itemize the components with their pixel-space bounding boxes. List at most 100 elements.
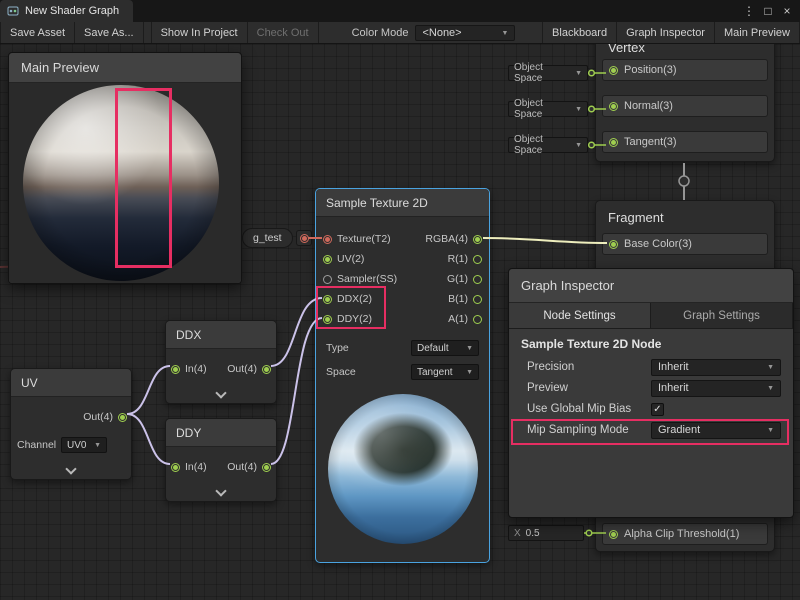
collapse-chevron-icon xyxy=(65,463,76,474)
vertex-port-normal[interactable]: Normal(3) xyxy=(602,95,768,117)
main-preview-title: Main Preview xyxy=(21,60,99,75)
ddy-in-port[interactable]: In(4) xyxy=(171,461,207,473)
type-dropdown[interactable]: Default ▼ xyxy=(411,340,479,356)
sample-node-title: Sample Texture 2D xyxy=(316,189,489,217)
alpha-value[interactable]: 0.5 xyxy=(526,528,540,539)
rgba-port[interactable]: RGBA(4) xyxy=(425,229,482,249)
normal-port-icon[interactable] xyxy=(609,102,618,111)
sample-output-ports: RGBA(4) R(1) G(1) B(1) A(1) xyxy=(425,229,482,329)
property-output-port-box[interactable] xyxy=(296,230,312,246)
basecolor-port-icon[interactable] xyxy=(609,240,618,249)
ddy-out-port-icon[interactable] xyxy=(262,463,271,472)
position-space-value: Object Space xyxy=(514,62,571,84)
ddx-node[interactable]: DDX In(4) Out(4) xyxy=(165,320,277,404)
main-preview-panel: Main Preview xyxy=(8,52,242,284)
uv-channel-dropdown[interactable]: UV0 ▼ xyxy=(61,437,107,453)
main-preview-sphere[interactable] xyxy=(23,85,219,281)
mip-mode-dropdown[interactable]: Gradient ▼ xyxy=(651,422,781,439)
basecolor-port-label: Base Color(3) xyxy=(624,238,692,250)
property-node-g-test[interactable]: g_test xyxy=(242,228,293,248)
graph-inspector-header[interactable]: Graph Inspector xyxy=(509,269,793,303)
menu-icon[interactable]: ⋮ xyxy=(741,0,757,22)
precision-dropdown[interactable]: Inherit ▼ xyxy=(651,359,781,376)
a-port-icon[interactable] xyxy=(473,315,482,324)
vertex-port-position[interactable]: Position(3) xyxy=(602,59,768,81)
sample-texture-2d-node[interactable]: Sample Texture 2D Texture(T2) UV(2) Samp… xyxy=(315,188,490,563)
graph-inspector-toggle-button[interactable]: Graph Inspector xyxy=(617,22,715,43)
tangent-space-dropdown[interactable]: Object Space ▼ xyxy=(508,137,588,153)
b-port[interactable]: B(1) xyxy=(425,289,482,309)
space-dropdown[interactable]: Tangent ▼ xyxy=(411,364,479,380)
close-icon[interactable]: × xyxy=(779,0,795,22)
property-output-port-icon[interactable] xyxy=(300,234,309,243)
ddx-out-label: Out(4) xyxy=(227,363,257,375)
uv-collapse-button[interactable] xyxy=(11,465,131,473)
alphaclip-port-icon[interactable] xyxy=(609,530,618,539)
uv-input-port[interactable]: UV(2) xyxy=(323,249,397,269)
save-asset-button[interactable]: Save Asset xyxy=(0,22,75,43)
show-in-project-button[interactable]: Show In Project xyxy=(151,22,248,43)
preview-dropdown[interactable]: Inherit ▼ xyxy=(651,380,781,397)
r-port-label: R(1) xyxy=(448,253,468,265)
fragment-port-basecolor[interactable]: Base Color(3) xyxy=(602,233,768,255)
texture-port[interactable]: Texture(T2) xyxy=(323,229,397,249)
ddy-collapse-button[interactable] xyxy=(166,487,276,495)
a-port[interactable]: A(1) xyxy=(425,309,482,329)
uv-out-port-icon[interactable] xyxy=(118,413,127,422)
r-port[interactable]: R(1) xyxy=(425,249,482,269)
ddx-collapse-button[interactable] xyxy=(166,389,276,397)
ddy-input-port[interactable]: DDY(2) xyxy=(323,309,397,329)
normal-space-dropdown[interactable]: Object Space ▼ xyxy=(508,101,588,117)
color-mode-dropdown[interactable]: <None> ▼ xyxy=(415,25,515,41)
type-label: Type xyxy=(326,342,349,354)
ddx-input-port-icon[interactable] xyxy=(323,295,332,304)
texture-port-icon[interactable] xyxy=(323,235,332,244)
sample-input-ports: Texture(T2) UV(2) Sampler(SS) DDX(2) DDY… xyxy=(323,229,397,329)
tangent-space-value: Object Space xyxy=(514,134,571,156)
main-preview-header[interactable]: Main Preview xyxy=(9,53,241,83)
mip-bias-label: Use Global Mip Bias xyxy=(527,403,651,415)
g-port-icon[interactable] xyxy=(473,275,482,284)
rgba-port-icon[interactable] xyxy=(473,235,482,244)
ddy-in-port-icon[interactable] xyxy=(171,463,180,472)
sampler-port[interactable]: Sampler(SS) xyxy=(323,269,397,289)
preview-value: Inherit xyxy=(658,382,689,394)
vertex-port-tangent[interactable]: Tangent(3) xyxy=(602,131,768,153)
ddy-out-port[interactable]: Out(4) xyxy=(227,461,271,473)
ddx-out-port[interactable]: Out(4) xyxy=(227,363,271,375)
ddx-input-port[interactable]: DDX(2) xyxy=(323,289,397,309)
tab-graph-settings[interactable]: Graph Settings xyxy=(651,303,793,328)
ddx-out-port-icon[interactable] xyxy=(262,365,271,374)
b-port-icon[interactable] xyxy=(473,295,482,304)
tangent-port-label: Tangent(3) xyxy=(624,136,677,148)
shader-graph-window: { "titlebar": { "tab": "New Shader Graph… xyxy=(0,0,800,600)
ddx-in-label: In(4) xyxy=(185,363,207,375)
ddy-node[interactable]: DDY In(4) Out(4) xyxy=(165,418,277,502)
g-port[interactable]: G(1) xyxy=(425,269,482,289)
main-preview-toggle-button[interactable]: Main Preview xyxy=(715,22,800,43)
tab-node-settings[interactable]: Node Settings xyxy=(509,303,651,328)
position-space-dropdown[interactable]: Object Space ▼ xyxy=(508,65,588,81)
uv-input-port-icon[interactable] xyxy=(323,255,332,264)
r-port-icon[interactable] xyxy=(473,255,482,264)
uv-channel-row: Channel UV0 ▼ xyxy=(11,435,131,455)
sampler-port-icon[interactable] xyxy=(323,275,332,284)
tangent-port-icon[interactable] xyxy=(609,138,618,147)
mip-bias-checkbox[interactable]: ✓ xyxy=(651,403,664,416)
maximize-icon[interactable]: □ xyxy=(760,0,776,22)
blackboard-toggle-button[interactable]: Blackboard xyxy=(542,22,617,43)
ddy-out-label: Out(4) xyxy=(227,461,257,473)
fragment-port-alphaclip[interactable]: Alpha Clip Threshold(1) xyxy=(602,523,768,545)
uv-channel-value: UV0 xyxy=(67,440,86,451)
uv-out-port-row[interactable]: Out(4) xyxy=(11,407,131,427)
graph-inspector-panel: Graph Inspector Node Settings Graph Sett… xyxy=(508,268,794,518)
document-tab[interactable]: New Shader Graph xyxy=(0,0,133,22)
alpha-clip-value-widget[interactable]: X 0.5 xyxy=(508,525,584,541)
ddx-in-port-icon[interactable] xyxy=(171,365,180,374)
position-port-icon[interactable] xyxy=(609,66,618,75)
uv-node[interactable]: UV Out(4) Channel UV0 ▼ xyxy=(10,368,132,480)
ddy-input-port-icon[interactable] xyxy=(323,315,332,324)
uv-input-port-label: UV(2) xyxy=(337,253,364,265)
ddx-in-port[interactable]: In(4) xyxy=(171,363,207,375)
save-as-button[interactable]: Save As... xyxy=(75,22,144,43)
